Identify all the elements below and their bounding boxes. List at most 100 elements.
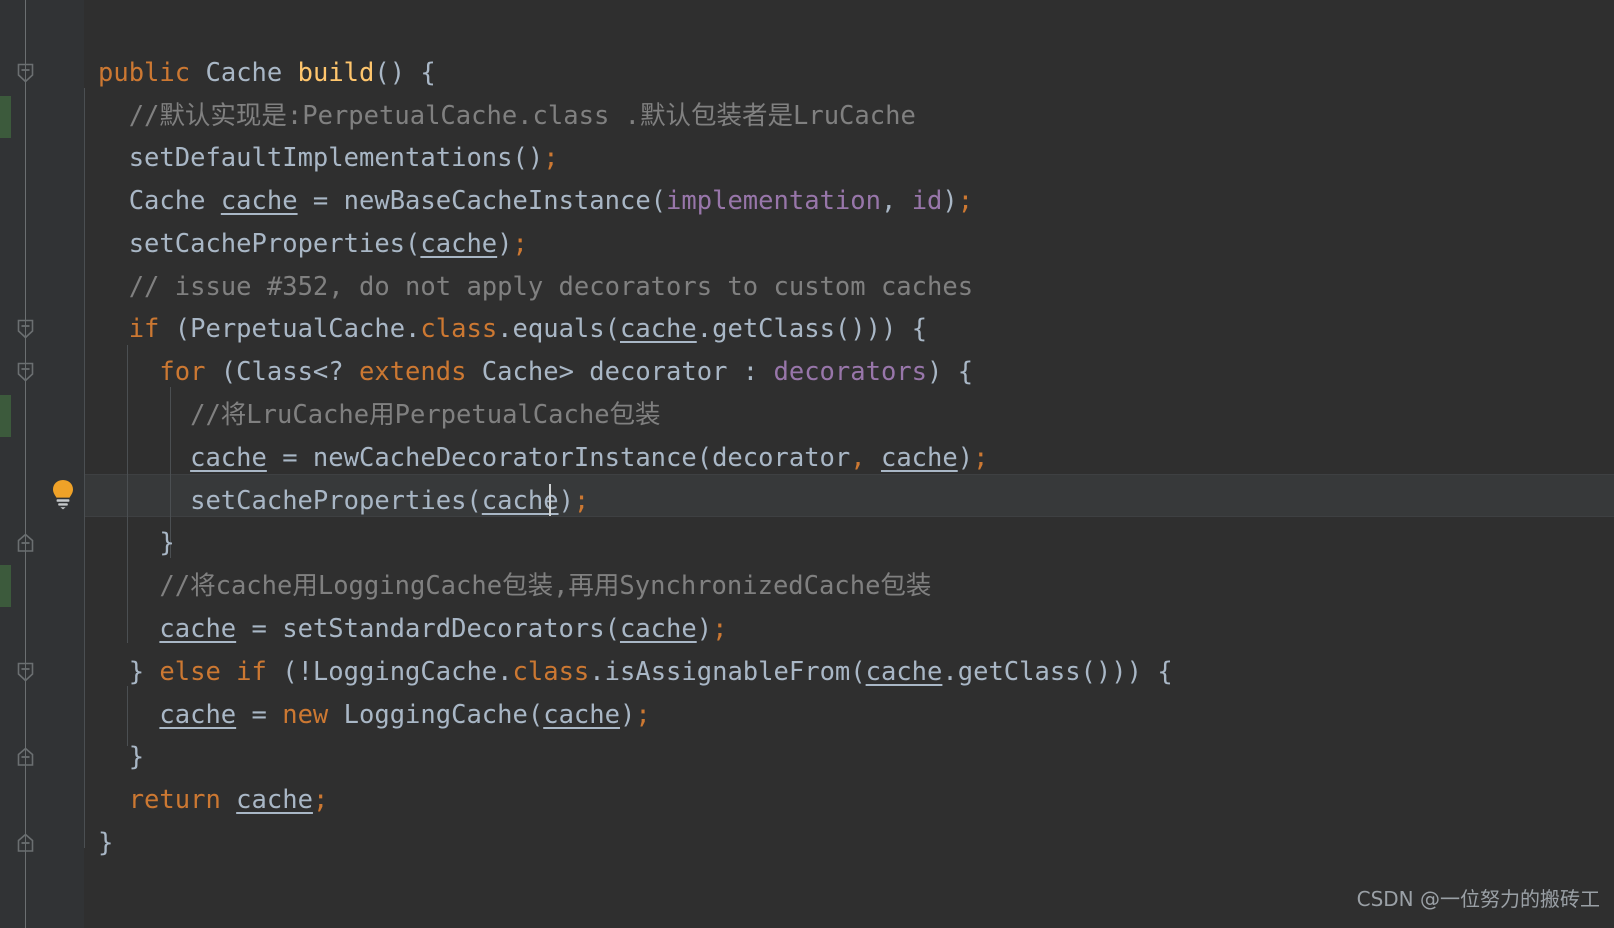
code-token-plain: ) <box>558 486 574 516</box>
code-token-plain: () { <box>374 58 436 88</box>
code-line[interactable]: } else if (!LoggingCache.class.isAssigna… <box>129 651 1173 694</box>
code-token-plain: = <box>236 700 283 730</box>
code-line[interactable]: if (PerpetualCache.class.equals(cache.ge… <box>129 308 927 351</box>
fold-marker-for-block[interactable] <box>16 361 35 382</box>
code-token-semi: ; <box>712 614 728 644</box>
code-token-fieldu: cache <box>420 229 498 259</box>
indent-guide-1 <box>127 345 128 643</box>
fold-marker-else-if-end[interactable] <box>16 746 35 767</box>
code-token-field: implementation <box>666 186 881 216</box>
code-token-fieldu: cache <box>159 614 237 644</box>
code-token-plain: (Class<? <box>205 357 359 387</box>
code-token-semi: , <box>850 443 866 473</box>
code-token-plain: .isAssignableFrom( <box>589 657 866 687</box>
code-token-plain: , <box>880 186 912 216</box>
fold-rail-line <box>25 0 26 928</box>
fold-marker-for-end[interactable] <box>16 532 35 553</box>
code-token-plain: Cache> decorator : <box>466 357 774 387</box>
code-token-cmt: //将LruCache用PerpetualCache包装 <box>190 400 661 430</box>
editor-gutter[interactable] <box>0 0 84 928</box>
code-token-plain: .getClass())) { <box>696 314 928 344</box>
code-line[interactable]: Cache cache = newBaseCacheInstance(imple… <box>129 180 973 223</box>
vcs-change-marker-2 <box>0 395 11 437</box>
code-line[interactable]: return cache; <box>129 779 329 822</box>
code-line[interactable]: } <box>129 736 144 779</box>
code-token-plain: Cache <box>205 58 283 88</box>
code-token-kw: extends <box>358 357 467 387</box>
fold-marker-method-build[interactable] <box>16 62 35 83</box>
code-token-fieldu: cache <box>481 486 559 516</box>
indent-guide-0 <box>84 88 85 848</box>
code-token-semi: ; <box>543 143 559 173</box>
code-token-plain: setCacheProperties( <box>190 486 482 516</box>
code-token-plain: = newCacheDecoratorInstance(decorator <box>266 443 851 473</box>
code-token-plain: = setStandardDecorators( <box>236 614 620 644</box>
code-line[interactable]: cache = new LoggingCache(cache); <box>159 694 650 737</box>
code-editor[interactable]: public Cache build() { //默认实现是:PerpetualC… <box>0 0 1614 928</box>
code-token-plain: } <box>128 657 160 687</box>
code-token-semi: ; <box>312 785 329 815</box>
vcs-change-marker-1 <box>0 96 11 138</box>
fold-marker-if-block[interactable] <box>16 318 35 339</box>
code-token-plain: } <box>128 742 145 772</box>
code-token-plain: } <box>98 828 114 858</box>
code-token-kw: for <box>159 357 206 387</box>
code-token-plain: ) <box>942 186 958 216</box>
code-token-plain: Cache <box>128 186 221 216</box>
csdn-watermark: CSDN @一位努力的搬砖工 <box>1356 887 1600 911</box>
code-token-plain: .getClass())) { <box>942 657 1173 687</box>
code-line[interactable]: cache = newCacheDecoratorInstance(decora… <box>190 437 988 480</box>
code-token-semi: ; <box>957 186 974 216</box>
code-token-plain: ) <box>957 443 974 473</box>
code-token-plain: (PerpetualCache. <box>159 314 421 344</box>
code-token-cmt: //将cache用LoggingCache包装,再用SynchronizedCa… <box>159 571 932 601</box>
code-token-fieldu: cache <box>236 785 313 815</box>
code-token-fieldu: cache <box>159 700 237 730</box>
code-line[interactable]: setDefaultImplementations(); <box>129 137 559 180</box>
code-token-kw: if <box>128 314 160 344</box>
code-token-plain: ) <box>497 229 513 259</box>
code-token-plain: .equals( <box>497 314 620 344</box>
code-token-cmt: // issue #352, do not apply decorators t… <box>128 272 974 302</box>
code-token-fieldu: cache <box>190 443 267 473</box>
code-token-field: id <box>911 186 943 216</box>
code-line[interactable]: for (Class<? extends Cache> decorator : … <box>159 351 973 394</box>
code-token-fieldu: cache <box>543 700 620 730</box>
code-line[interactable]: // issue #352, do not apply decorators t… <box>129 266 973 309</box>
code-line[interactable]: setCacheProperties(cache); <box>190 480 589 523</box>
code-token-plain: LoggingCache( <box>328 700 544 730</box>
code-line[interactable]: //将cache用LoggingCache包装,再用SynchronizedCa… <box>159 565 931 608</box>
code-token-fieldu: cache <box>865 657 943 687</box>
code-token-plain: setDefaultImplementations() <box>128 143 544 173</box>
code-line[interactable]: //默认实现是:PerpetualCache.class .默认包装者是LruC… <box>129 95 916 138</box>
code-token-meth: build <box>297 58 375 88</box>
code-line[interactable]: cache = setStandardDecorators(cache); <box>159 608 727 651</box>
text-caret <box>549 484 551 516</box>
fold-marker-else-if-block[interactable] <box>16 661 35 682</box>
code-line[interactable]: } <box>98 822 113 865</box>
code-token-field: decorators <box>773 357 928 387</box>
code-token-plain: setCacheProperties( <box>128 229 421 259</box>
code-line[interactable]: public Cache build() { <box>98 52 436 95</box>
code-token-kw: else if <box>159 657 267 687</box>
code-line[interactable]: setCacheProperties(cache); <box>129 223 528 266</box>
code-line[interactable]: //将LruCache用PerpetualCache包装 <box>190 394 660 437</box>
code-token-plain: } <box>159 528 175 558</box>
fold-marker-method-end[interactable] <box>16 832 35 853</box>
intention-bulb-icon[interactable] <box>50 478 76 510</box>
code-token-semi: ; <box>973 443 989 473</box>
code-token-plain: ) <box>696 614 713 644</box>
code-token-kw: class <box>420 314 498 344</box>
code-content-area[interactable]: public Cache build() { //默认实现是:PerpetualC… <box>84 0 1614 928</box>
code-token-plain: = newBaseCacheInstance( <box>297 186 667 216</box>
code-token-kw: public <box>98 58 191 88</box>
code-token-fieldu: cache <box>619 614 697 644</box>
code-token-plain: ) { <box>927 357 974 387</box>
code-token-fieldu: cache <box>880 443 958 473</box>
code-token-cmt: //默认实现是:PerpetualCache.class .默认包装者是LruC… <box>128 101 916 131</box>
code-token-semi: ; <box>635 700 651 730</box>
code-line[interactable]: } <box>159 522 174 565</box>
